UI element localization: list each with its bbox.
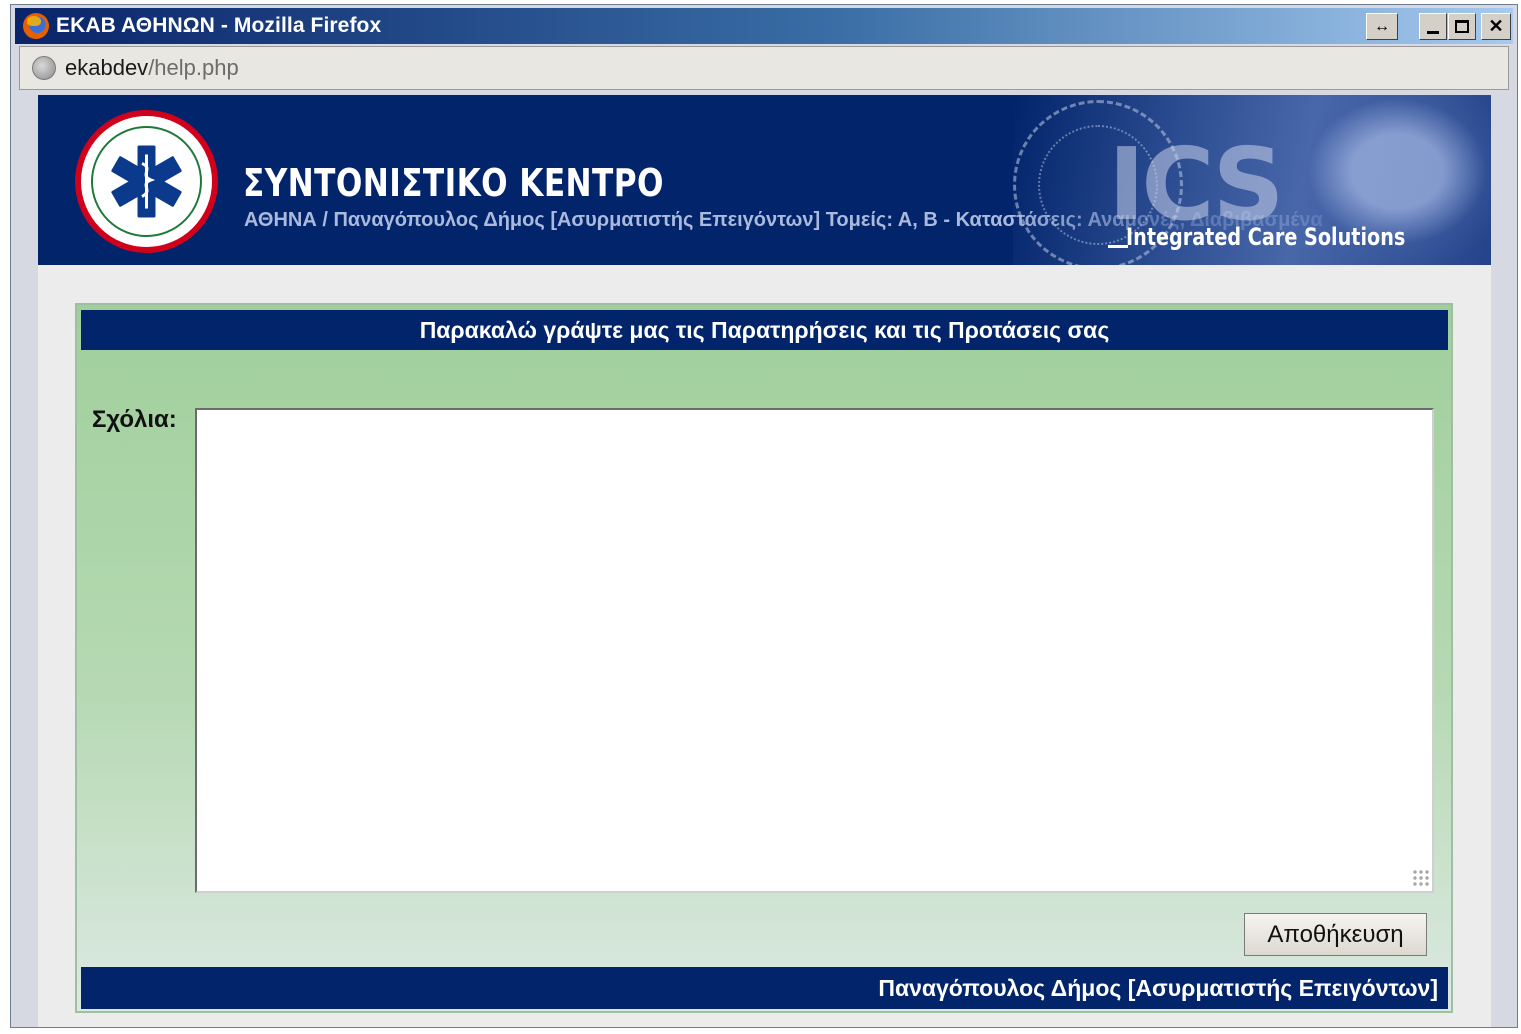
ics-logo-mark: ICS [1108, 126, 1284, 243]
close-button[interactable]: ✕ [1481, 13, 1511, 40]
textarea-resize-grip[interactable] [1412, 869, 1430, 887]
url-path: /help.php [148, 55, 239, 80]
window-title: ΕΚΑΒ ΑΘΗΝΩΝ - Mozilla Firefox [56, 14, 382, 37]
ics-brand-art: ICS Integrated Care Solutions [1013, 95, 1491, 265]
ics-underline [1108, 245, 1128, 248]
star-of-life-icon [111, 145, 182, 218]
maximize-icon [1455, 20, 1469, 33]
comments-textarea[interactable] [195, 408, 1434, 893]
page-content: ΣΥΝΤΟΝΙΣΤΙΚΟ ΚΕΝΤΡΟ ΑΘΗΝΑ / Παναγόπουλος… [38, 95, 1491, 1027]
minimize-button[interactable] [1419, 13, 1447, 40]
header-banner: ΣΥΝΤΟΝΙΣΤΙΚΟ ΚΕΝΤΡΟ ΑΘΗΝΑ / Παναγόπουλος… [38, 95, 1491, 265]
address-bar[interactable]: ekabdev/help.php [19, 46, 1509, 90]
feedback-header: Παρακαλώ γράψτε μας τις Παρατηρήσεις και… [81, 310, 1448, 350]
feedback-panel: Παρακαλώ γράψτε μας τις Παρατηρήσεις και… [75, 303, 1453, 1013]
browser-window: ΕΚΑΒ ΑΘΗΝΩΝ - Mozilla Firefox ↔ ✕ ekabde… [10, 4, 1518, 1028]
resize-toggle-button[interactable]: ↔ [1366, 13, 1398, 40]
user-footer: Παναγόπουλος Δήμος [Ασυρματιστής Επειγόν… [81, 967, 1448, 1009]
firefox-icon [23, 13, 49, 39]
banner-title: ΣΥΝΤΟΝΙΣΤΙΚΟ ΚΕΝΤΡΟ [243, 161, 664, 205]
url-host: ekabdev [65, 55, 149, 80]
comments-label: Σχόλια: [92, 406, 177, 433]
globe-icon [32, 56, 56, 80]
save-button[interactable]: Αποθήκευση [1244, 913, 1427, 956]
ekab-logo [75, 110, 218, 253]
ics-tagline: Integrated Care Solutions [1126, 223, 1406, 251]
minimize-icon [1427, 31, 1439, 34]
maximize-button[interactable] [1448, 13, 1476, 40]
title-bar[interactable]: ΕΚΑΒ ΑΘΗΝΩΝ - Mozilla Firefox ↔ ✕ [15, 8, 1513, 44]
